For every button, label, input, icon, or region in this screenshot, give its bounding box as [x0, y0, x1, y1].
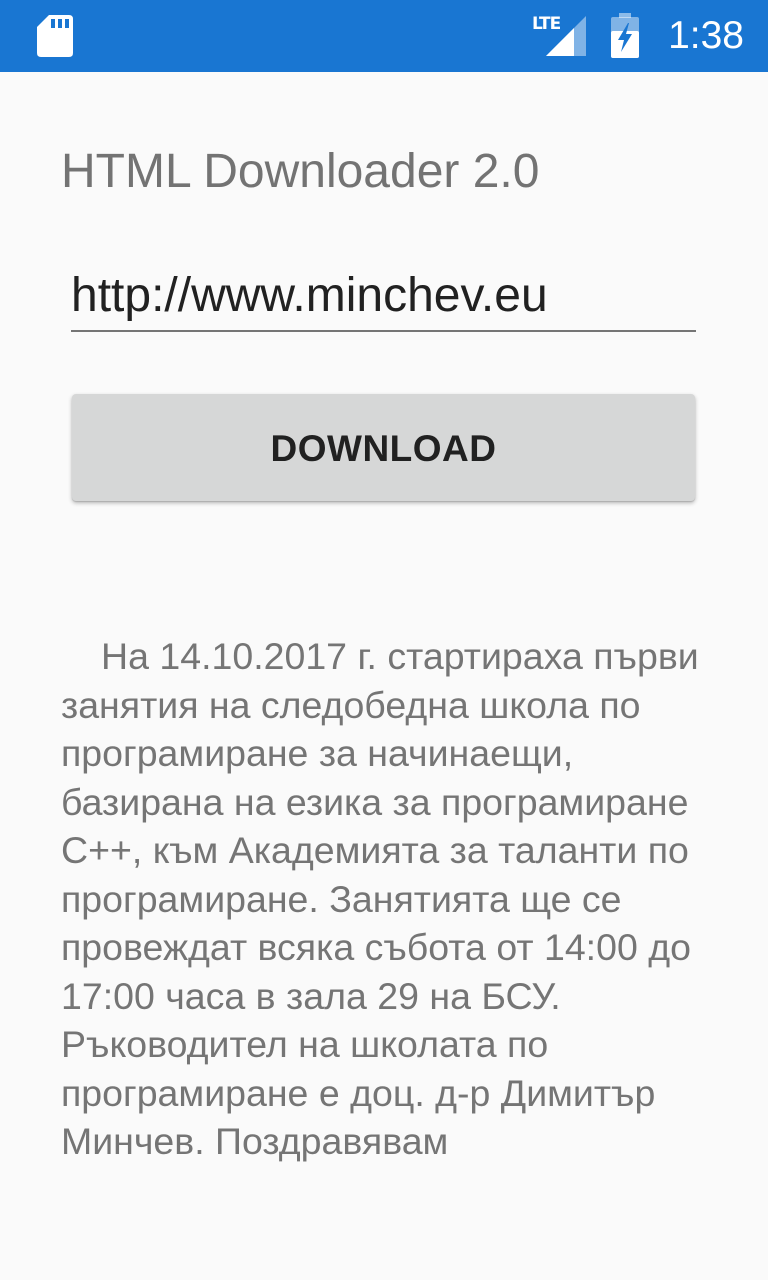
- status-clock: 1:38: [668, 14, 744, 57]
- downloaded-content-text: На 14.10.2017 г. стартираха първи заняти…: [61, 635, 699, 1162]
- battery-charging-icon: [611, 13, 639, 58]
- cell-signal-icon: [546, 16, 586, 56]
- url-input[interactable]: [71, 262, 696, 328]
- download-button[interactable]: DOWNLOAD: [72, 394, 695, 501]
- status-bar: LTE 1:38: [0, 0, 768, 72]
- app-title: HTML Downloader 2.0: [61, 145, 540, 198]
- sd-card-icon: [37, 15, 73, 57]
- url-field[interactable]: [71, 262, 696, 332]
